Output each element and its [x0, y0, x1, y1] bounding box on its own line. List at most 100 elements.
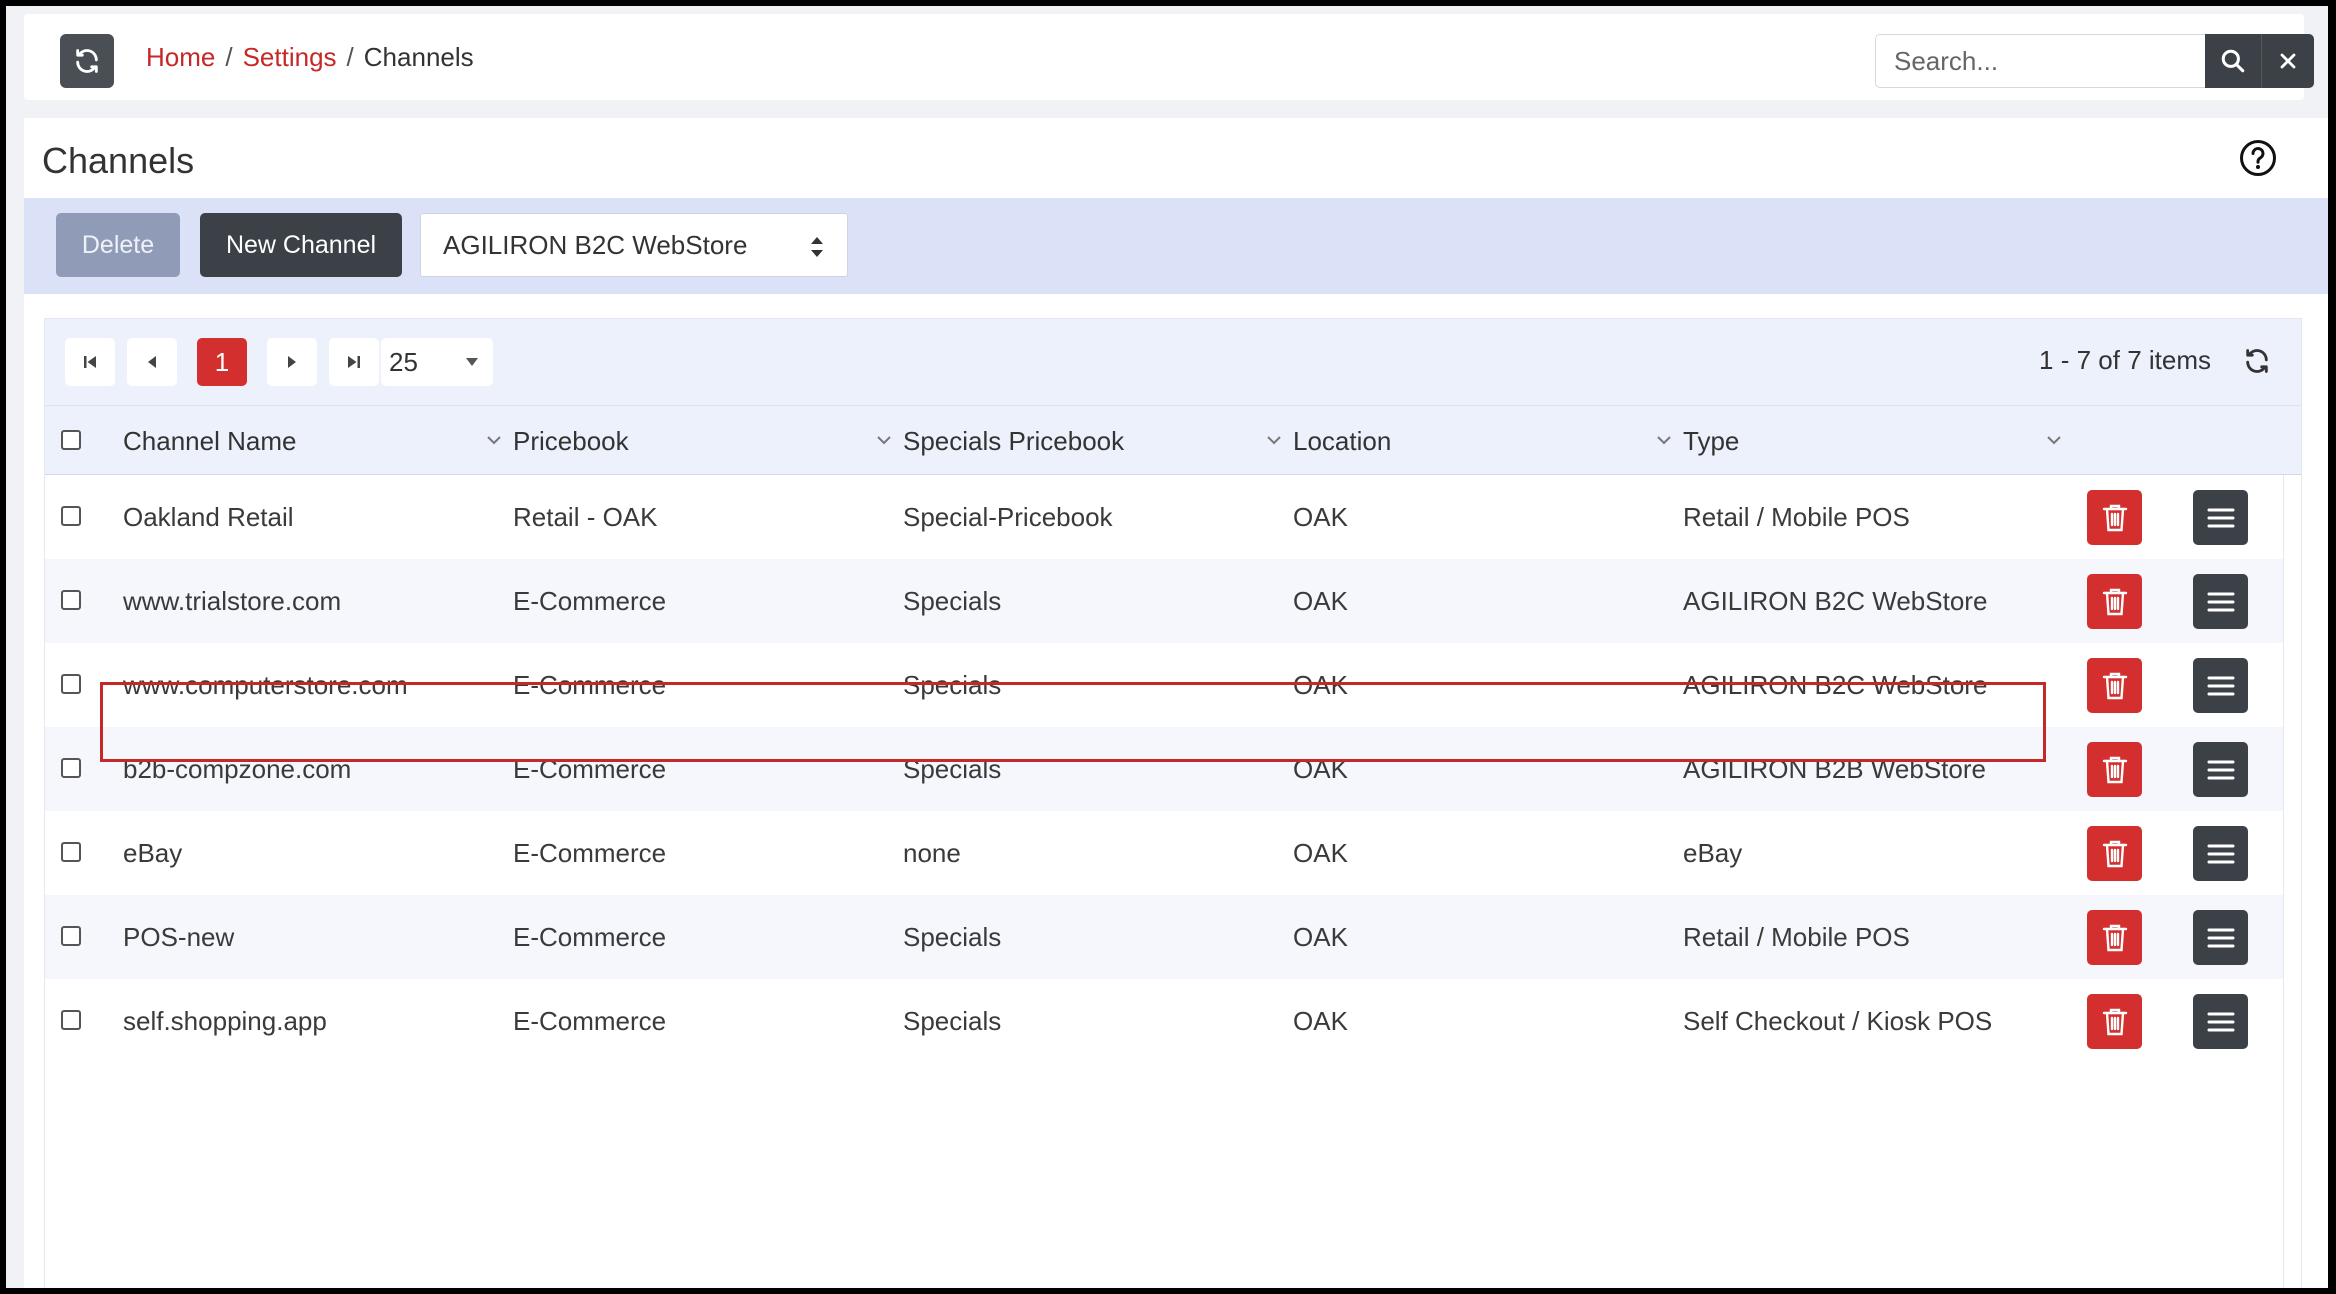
- first-page-button[interactable]: [65, 338, 115, 386]
- cell-location: OAK: [1293, 1006, 1348, 1036]
- row-menu-button[interactable]: [2193, 658, 2248, 713]
- chevron-down-icon[interactable]: [485, 434, 503, 446]
- row-checkbox[interactable]: [61, 674, 81, 694]
- top-bar: Home / Settings / Channels: [24, 14, 2314, 100]
- select-all-checkbox[interactable]: [61, 430, 81, 450]
- items-info: 1 - 7 of 7 items: [2039, 345, 2211, 375]
- delete-row-button[interactable]: [2087, 742, 2142, 797]
- cell-channel-name[interactable]: Oakland Retail: [123, 502, 294, 533]
- search-input[interactable]: [1875, 34, 2205, 88]
- help-icon[interactable]: [2238, 138, 2278, 178]
- delete-row-button[interactable]: [2087, 994, 2142, 1049]
- delete-row-button[interactable]: [2087, 574, 2142, 629]
- delete-row-button[interactable]: [2087, 826, 2142, 881]
- trash-icon: [2102, 672, 2127, 699]
- next-page-icon: [288, 356, 296, 368]
- channels-panel: Channels Delete New Channel AGILIRON B2C…: [24, 118, 2328, 1288]
- row-menu-button[interactable]: [2193, 574, 2248, 629]
- row-menu-button[interactable]: [2193, 490, 2248, 545]
- next-page-button[interactable]: [267, 338, 317, 386]
- table-row[interactable]: eBay E-Commerce none OAK eBay: [45, 811, 2283, 895]
- refresh-icon[interactable]: [2243, 347, 2271, 375]
- column-header-specials-pricebook[interactable]: Specials Pricebook: [903, 426, 1124, 457]
- row-menu-button[interactable]: [2193, 742, 2248, 797]
- cell-pricebook: E-Commerce: [513, 922, 667, 952]
- row-checkbox[interactable]: [61, 590, 81, 610]
- cell-location: OAK: [1293, 922, 1348, 952]
- row-menu-button[interactable]: [2193, 910, 2248, 965]
- cell-specials-pricebook: Specials: [903, 754, 1002, 784]
- cell-channel-name[interactable]: self.shopping.app: [123, 1006, 327, 1037]
- cell-type: Self Checkout / Kiosk POS: [1683, 1006, 1993, 1036]
- row-checkbox[interactable]: [61, 506, 81, 526]
- cell-pricebook: E-Commerce: [513, 586, 667, 616]
- cell-location: OAK: [1293, 754, 1348, 784]
- column-header-location[interactable]: Location: [1293, 426, 1391, 457]
- row-checkbox[interactable]: [61, 1010, 81, 1030]
- column-header-type[interactable]: Type: [1683, 426, 1739, 457]
- current-page-button[interactable]: 1: [197, 338, 247, 386]
- chevron-down-icon[interactable]: [2045, 434, 2063, 446]
- table-row[interactable]: Oakland Retail Retail - OAK Special-Pric…: [45, 475, 2283, 559]
- cell-pricebook: E-Commerce: [513, 670, 667, 700]
- cell-type: AGILIRON B2C WebStore: [1683, 586, 1988, 616]
- refresh-button[interactable]: [60, 34, 114, 88]
- row-menu-button[interactable]: [2193, 994, 2248, 1049]
- delete-button[interactable]: Delete: [56, 213, 180, 277]
- prev-page-icon: [148, 356, 156, 368]
- toolbar: Delete New Channel AGILIRON B2C WebStore: [24, 198, 2328, 294]
- cell-location: OAK: [1293, 670, 1348, 700]
- breadcrumb-separator: /: [346, 42, 354, 72]
- cell-channel-name[interactable]: eBay: [123, 838, 182, 869]
- table-row[interactable]: POS-new E-Commerce Specials OAK Retail /…: [45, 895, 2283, 979]
- chevron-down-icon[interactable]: [875, 434, 893, 446]
- row-checkbox[interactable]: [61, 758, 81, 778]
- cell-location: OAK: [1293, 838, 1348, 868]
- table-row[interactable]: www.computerstore.com E-Commerce Special…: [45, 643, 2283, 727]
- table-row[interactable]: b2b-compzone.com E-Commerce Specials OAK…: [45, 727, 2283, 811]
- breadcrumb-current: Channels: [363, 42, 474, 72]
- cell-pricebook: E-Commerce: [513, 1006, 667, 1036]
- cell-type: AGILIRON B2C WebStore: [1683, 670, 1988, 700]
- breadcrumb-home[interactable]: Home: [146, 42, 215, 73]
- close-icon: [2280, 53, 2296, 69]
- delete-row-button[interactable]: [2087, 658, 2142, 713]
- row-checkbox[interactable]: [61, 926, 81, 946]
- new-channel-button[interactable]: New Channel: [200, 213, 402, 277]
- cell-specials-pricebook: Specials: [903, 922, 1002, 952]
- page-size-select[interactable]: 25: [381, 338, 493, 386]
- column-header-pricebook[interactable]: Pricebook: [513, 426, 629, 457]
- chevron-down-icon[interactable]: [1655, 434, 1673, 446]
- grid-header: Channel Name Pricebook Specials Priceboo…: [45, 405, 2301, 475]
- breadcrumb-settings[interactable]: Settings: [243, 42, 337, 73]
- prev-page-button[interactable]: [127, 338, 177, 386]
- column-header-channel-name[interactable]: Channel Name: [123, 426, 296, 457]
- cell-location: OAK: [1293, 502, 1348, 532]
- cell-type: Retail / Mobile POS: [1683, 502, 1910, 532]
- cell-specials-pricebook: Specials: [903, 670, 1002, 700]
- chevron-down-icon[interactable]: [1265, 434, 1283, 446]
- hamburger-menu-icon: [2207, 592, 2234, 611]
- cell-channel-name[interactable]: b2b-compzone.com: [123, 754, 351, 785]
- cell-channel-name[interactable]: www.computerstore.com: [123, 670, 408, 701]
- table-row[interactable]: self.shopping.app E-Commerce Specials OA…: [45, 979, 2283, 1063]
- table-row[interactable]: www.trialstore.com E-Commerce Specials O…: [45, 559, 2283, 643]
- cell-specials-pricebook: none: [903, 838, 961, 868]
- cell-type: AGILIRON B2B WebStore: [1683, 754, 1986, 784]
- page-title: Channels: [42, 140, 195, 181]
- cell-channel-name[interactable]: www.trialstore.com: [123, 586, 341, 617]
- delete-row-button[interactable]: [2087, 910, 2142, 965]
- clear-search-button[interactable]: [2261, 34, 2314, 88]
- grid-scrollbar[interactable]: [2283, 475, 2301, 1288]
- cell-channel-name[interactable]: POS-new: [123, 922, 234, 953]
- search-button[interactable]: [2205, 34, 2261, 88]
- row-checkbox[interactable]: [61, 842, 81, 862]
- row-menu-button[interactable]: [2193, 826, 2248, 881]
- page-size-value: 25: [389, 346, 418, 377]
- delete-row-button[interactable]: [2087, 490, 2142, 545]
- cell-specials-pricebook: Specials: [903, 586, 1002, 616]
- cell-type: eBay: [1683, 838, 1743, 868]
- last-page-button[interactable]: [329, 338, 379, 386]
- first-page-icon: [84, 356, 96, 368]
- channel-type-select[interactable]: AGILIRON B2C WebStore: [420, 213, 848, 277]
